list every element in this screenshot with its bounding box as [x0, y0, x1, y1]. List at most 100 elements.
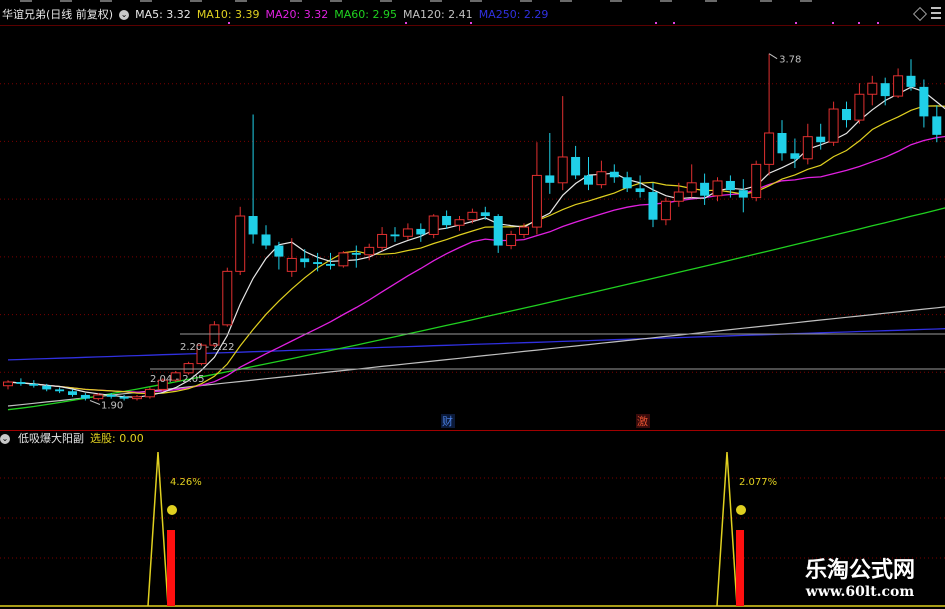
- candle-body-down: [880, 83, 890, 97]
- candle-body-up: [93, 394, 104, 400]
- ma60-label[interactable]: MA60: 2.95: [334, 6, 397, 24]
- candle-body-up: [364, 246, 375, 256]
- candle-body-up: [712, 180, 723, 197]
- smiley-icon: [167, 505, 177, 515]
- candle-body-up: [286, 257, 297, 272]
- candle-body-up: [402, 228, 413, 237]
- candle-body-down: [29, 383, 39, 386]
- event-dot: [795, 22, 797, 24]
- main-panel-header: 华谊兄弟(日线 前复权) ⌄ MA5: 3.32 MA10: 3.39 MA20…: [0, 6, 548, 24]
- candle-body-up: [867, 82, 878, 95]
- candle-body-up: [222, 270, 233, 326]
- watermark-url: www.60lt.com: [805, 584, 915, 600]
- candle-body-down: [68, 391, 77, 395]
- signal-1: 4.26%: [147, 451, 202, 607]
- watermark-title: 乐淘公式网: [804, 558, 915, 583]
- event-marker-1: 激: [636, 414, 650, 428]
- candle-body-down: [622, 177, 632, 189]
- event-dot: [673, 22, 675, 24]
- top-strip-mark: [330, 0, 342, 2]
- high-pointer: [768, 53, 778, 60]
- signal-bar: [167, 530, 175, 606]
- top-strip-mark: [520, 0, 532, 2]
- top-strip-mark: [290, 0, 302, 2]
- candle-body-up: [428, 215, 439, 235]
- collapse-button[interactable]: ⌄: [119, 10, 130, 20]
- signal-peak: [716, 451, 738, 607]
- top-strip-mark: [380, 0, 392, 2]
- signal-bar: [736, 530, 744, 606]
- candle-body-down: [790, 153, 800, 159]
- candle-body-up: [235, 215, 246, 272]
- candle-body-down: [571, 156, 581, 176]
- event-dot: [877, 22, 879, 24]
- top-strip-mark: [430, 0, 442, 2]
- candle-body-up: [506, 233, 517, 247]
- candle-body-up: [338, 252, 349, 267]
- signal-pct: 2.077%: [739, 477, 777, 488]
- top-strip-mark: [560, 0, 572, 2]
- low-pointer: [89, 400, 101, 405]
- signal-2: 2.077%: [716, 451, 777, 607]
- candle-body-up: [660, 200, 671, 221]
- top-strip-mark: [60, 0, 72, 2]
- top-strip-mark: [140, 0, 152, 2]
- candle-body-up: [596, 171, 607, 186]
- candle-body-up: [854, 93, 865, 121]
- candle-body-down: [106, 394, 116, 397]
- top-strip-mark: [800, 0, 812, 2]
- top-strip-mark: [760, 0, 772, 2]
- signal-pct: 4.26%: [170, 477, 202, 488]
- candle-body-down: [16, 382, 26, 384]
- ma10-label[interactable]: MA10: 3.39: [197, 6, 260, 24]
- top-strip-mark: [235, 0, 247, 2]
- candle-body-down: [390, 234, 400, 237]
- ma5-label[interactable]: MA5: 3.32: [135, 6, 191, 24]
- candle-body-down: [300, 258, 310, 263]
- candle-body-down: [55, 389, 65, 392]
- candle-body-down: [842, 109, 851, 121]
- candle-body-down: [261, 234, 271, 246]
- candle-body-up: [893, 75, 904, 97]
- candle-body-down: [80, 394, 90, 399]
- candle-body-down: [777, 132, 787, 154]
- candle-body-down: [932, 116, 942, 135]
- candle-body-down: [584, 175, 593, 185]
- ma20-label[interactable]: MA20: 3.32: [266, 6, 329, 24]
- candle-body-down: [416, 228, 426, 235]
- candle-body-down: [725, 180, 735, 191]
- candle-body-down: [700, 182, 710, 196]
- candle-body-up: [531, 174, 542, 228]
- event-marker-0: 财: [441, 414, 455, 428]
- candle-body-down: [326, 263, 335, 266]
- collapse-button[interactable]: ⌄: [0, 434, 10, 444]
- kline-chart[interactable]: 3.78 1.90 2.20 - 2.22 2.04 - 2.05 财 激 4.26% 2.0…: [0, 0, 945, 609]
- candle-body-down: [351, 252, 361, 255]
- candle-body-up: [802, 136, 813, 160]
- ma60-line: [7, 207, 945, 411]
- top-strip-mark: [190, 0, 202, 2]
- candle-body-down: [274, 245, 284, 257]
- candle-body-up: [764, 132, 775, 165]
- candle-body-up: [828, 108, 839, 143]
- candle-body-up: [454, 219, 465, 226]
- ma250-line: [7, 328, 945, 361]
- candle-body-down: [493, 216, 503, 246]
- candle-body-up: [557, 156, 568, 184]
- ma20-line: [7, 135, 945, 393]
- event-marker-label: 财: [442, 414, 453, 428]
- candle-body-down: [442, 216, 452, 226]
- candle-body-down: [313, 262, 323, 264]
- stock-title: 华谊兄弟(日线 前复权): [2, 8, 114, 21]
- candle-body-up: [183, 363, 194, 374]
- menu-icon[interactable]: [931, 7, 941, 19]
- candle-body-down: [119, 396, 129, 399]
- ma250-label[interactable]: MA250: 2.29: [479, 6, 549, 24]
- candle-body-up: [467, 211, 478, 221]
- event-dot: [858, 22, 860, 24]
- ma120-label[interactable]: MA120: 2.41: [403, 6, 473, 24]
- candle-body-down: [648, 192, 658, 220]
- candle-body-down: [635, 188, 645, 193]
- candle-body-down: [816, 136, 826, 143]
- sub-title: 低吸爆大阳副: [18, 432, 84, 445]
